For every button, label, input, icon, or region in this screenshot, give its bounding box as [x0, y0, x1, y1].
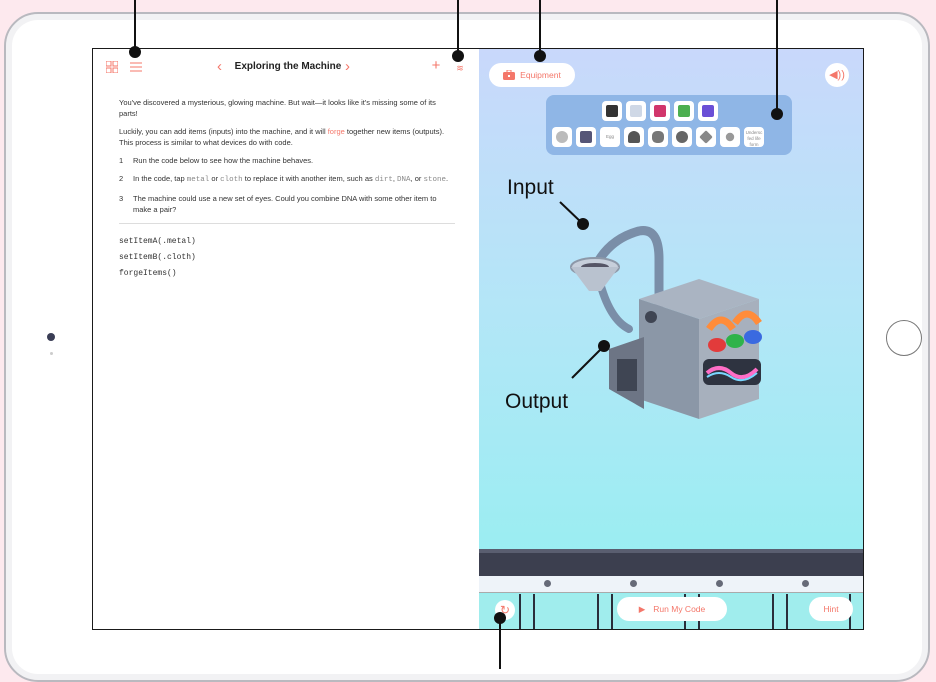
pointer-dot: [129, 46, 141, 58]
pointer-line: [776, 0, 778, 112]
pointer-line: [457, 0, 459, 52]
pointer-dot: [771, 108, 783, 120]
pointer-line: [134, 0, 136, 52]
pointer-dot: [494, 612, 506, 624]
pointer-dot: [534, 50, 546, 62]
pointer-line: [499, 620, 501, 669]
callout-pointers: [559, 201, 610, 379]
pointer-line: [539, 0, 541, 52]
pointer-dot: [452, 50, 464, 62]
